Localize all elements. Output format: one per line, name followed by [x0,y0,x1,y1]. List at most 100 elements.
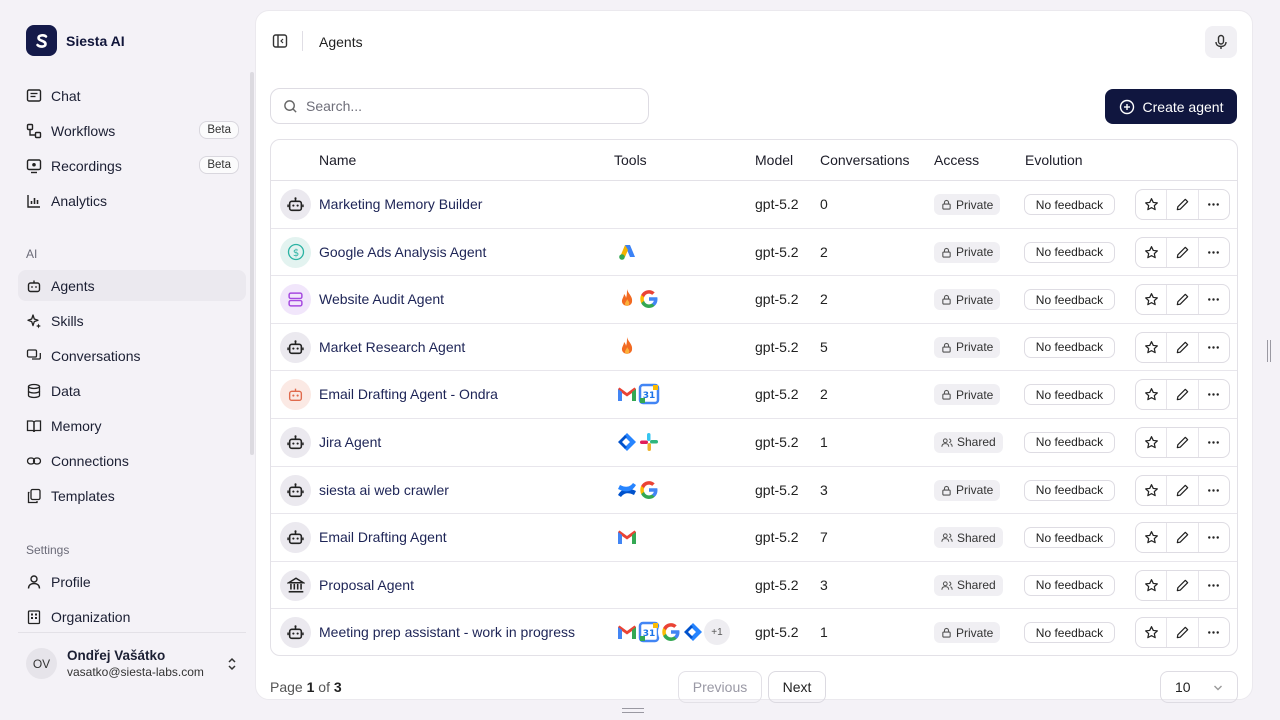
table-row[interactable]: Jira Agent gpt-5.2 1 Shared No feedback [271,419,1237,467]
agent-name-link[interactable]: Meeting prep assistant - work in progres… [319,624,575,640]
edit-button[interactable] [1167,475,1199,505]
edit-button[interactable] [1167,237,1199,267]
table-row[interactable]: Email Drafting Agent gpt-5.2 7 Shared No… [271,514,1237,562]
table-row[interactable]: Meeting prep assistant - work in progres… [271,609,1237,655]
avatar: OV [26,648,57,679]
agent-name-link[interactable]: Jira Agent [319,434,381,450]
agent-name-link[interactable]: Market Research Agent [319,339,465,355]
agent-conversations: 2 [820,243,828,260]
more-options-button[interactable] [1199,523,1229,552]
edit-button[interactable] [1167,618,1199,648]
favorite-button[interactable] [1136,237,1168,267]
brand[interactable]: Siesta AI [26,25,125,56]
edit-button[interactable] [1167,570,1199,600]
table-row[interactable]: $ Google Ads Analysis Agent gpt-5.2 2 Pr… [271,229,1237,277]
chat-icon [26,88,42,102]
create-agent-button[interactable]: Create agent [1105,89,1237,124]
favorite-button[interactable] [1136,380,1168,410]
sidebar-item-chat[interactable]: Chat [18,80,246,111]
agent-avatar: $ [280,236,311,268]
column-header-access[interactable]: Access [934,152,979,168]
column-header-name[interactable]: Name [319,152,356,168]
edit-button[interactable] [1167,332,1199,362]
agent-name-link[interactable]: siesta ai web crawler [319,482,449,498]
favorite-button[interactable] [1136,285,1168,315]
edit-button[interactable] [1167,427,1199,457]
total-pages: 3 [333,679,342,695]
more-options-button[interactable] [1199,238,1229,267]
sidebar-item-label: Skills [51,312,84,329]
page-size-select[interactable]: 10 [1160,671,1238,703]
column-header-conversations[interactable]: Conversations [820,152,910,168]
sidebar-item-data[interactable]: Data [18,375,246,406]
agent-name-link[interactable]: Website Audit Agent [319,291,444,307]
star-icon [1144,578,1158,592]
favorite-button[interactable] [1136,475,1168,505]
agent-name-link[interactable]: Email Drafting Agent - Ondra [319,386,498,402]
sidebar-scrollbar[interactable] [250,72,254,455]
access-badge: Private [934,384,1001,406]
table-row[interactable]: Marketing Memory Builder gpt-5.2 0 Priva… [271,181,1237,229]
sidebar-item-workflows[interactable]: Workflows Beta [18,115,246,146]
sidebar-item-conversations[interactable]: Conversations [18,340,246,371]
favorite-button[interactable] [1136,523,1168,553]
more-options-button[interactable] [1199,380,1229,409]
agent-conversations: 0 [820,196,828,212]
agent-name-link[interactable]: Email Drafting Agent [319,529,447,545]
agent-name-link[interactable]: Proposal Agent [319,577,414,593]
sidebar-item-memory[interactable]: Memory [18,410,246,441]
agent-name-link[interactable]: Google Ads Analysis Agent [319,244,486,260]
table-row[interactable]: Proposal Agent gpt-5.2 3 Shared No feedb… [271,562,1237,610]
voice-input-button[interactable] [1205,26,1237,58]
more-options-button[interactable] [1199,333,1229,362]
table-row[interactable]: Email Drafting Agent - Ondra 31 gpt-5.2 … [271,371,1237,419]
agent-name-link[interactable]: Marketing Memory Builder [319,196,482,212]
favorite-button[interactable] [1136,618,1168,648]
previous-page-button[interactable]: Previous [678,671,762,703]
sidebar-item-agents[interactable]: Agents [18,270,246,301]
search-box[interactable] [270,88,649,124]
favorite-button[interactable] [1136,190,1168,219]
user-email: vasatko@siesta-labs.com [67,665,204,679]
column-header-model[interactable]: Model [755,152,793,168]
sidebar-item-profile[interactable]: Profile [18,566,246,597]
more-options-button[interactable] [1199,618,1229,647]
favorite-button[interactable] [1136,332,1168,362]
table-row[interactable]: Website Audit Agent gpt-5.2 2 Private No… [271,276,1237,324]
favorite-button[interactable] [1136,427,1168,457]
edit-button[interactable] [1167,190,1199,219]
sidebar-item-analytics[interactable]: Analytics [18,185,246,216]
sidebar-item-skills[interactable]: Skills [18,305,246,336]
sparkles-icon [27,313,41,328]
edit-button[interactable] [1167,523,1199,553]
favorite-button[interactable] [1136,570,1168,600]
pencil-icon [1176,246,1189,258]
more-options-button[interactable] [1199,476,1229,505]
user-menu[interactable]: OV Ondřej Vašátko vasatko@siesta-labs.co… [18,632,246,694]
row-actions [1135,284,1230,316]
more-options-button[interactable] [1199,571,1229,600]
edit-button[interactable] [1167,285,1199,315]
sidebar-item-recordings[interactable]: Recordings Beta [18,150,246,181]
next-page-button[interactable]: Next [768,671,826,703]
column-header-evolution[interactable]: Evolution [1025,152,1083,168]
page-size-value: 10 [1175,679,1191,695]
more-options-button[interactable] [1199,190,1229,219]
sidebar-toggle-button[interactable] [272,33,288,52]
sidebar-item-templates[interactable]: Templates [18,480,246,511]
edit-button[interactable] [1167,380,1199,410]
resize-handle-vertical[interactable] [1267,340,1271,362]
row-actions [1135,331,1230,363]
search-input[interactable] [306,98,626,114]
slack-icon [636,428,662,455]
more-options-button[interactable] [1199,285,1229,314]
resize-handle-horizontal[interactable] [622,708,644,713]
table-row[interactable]: Market Research Agent gpt-5.2 5 Private … [271,324,1237,372]
agent-tools [614,286,662,313]
table-row[interactable]: siesta ai web crawler gpt-5.2 3 Private … [271,467,1237,515]
user-icon [27,574,41,589]
sidebar-item-organization[interactable]: Organization [18,601,246,632]
more-options-button[interactable] [1199,428,1229,457]
sidebar-item-connections[interactable]: Connections [18,445,246,476]
access-label: Private [956,387,994,402]
